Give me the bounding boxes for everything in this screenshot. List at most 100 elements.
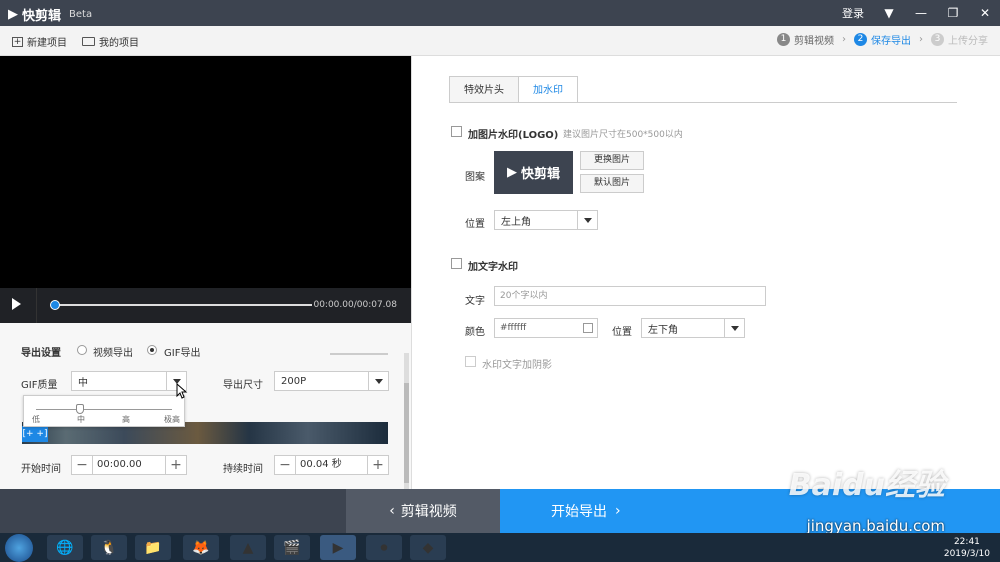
plus-icon[interactable]: + xyxy=(166,456,186,474)
play-logo-icon: ▶ xyxy=(506,165,517,180)
image-watermark-label[interactable]: 加图片水印(LOGO) xyxy=(468,126,558,141)
clip-range-marker[interactable]: [+ +] xyxy=(22,426,48,442)
export-size-label: 导出尺寸 xyxy=(223,380,263,391)
chevron-down-icon[interactable] xyxy=(724,319,744,337)
tab-bar: 特效片头 加水印 xyxy=(449,76,578,103)
progress-track[interactable] xyxy=(54,304,312,306)
color-label: 颜色 xyxy=(465,327,485,338)
file-explorer-icon[interactable]: 📁 xyxy=(135,535,171,560)
close-icon[interactable]: ✕ xyxy=(978,6,992,20)
record-icon[interactable]: ⏺ xyxy=(366,535,402,560)
duration-stepper[interactable]: − 00.04 秒 + xyxy=(274,455,389,475)
image-size-hint: 建议图片尺寸在500*500以内 xyxy=(563,130,683,140)
app-name: 快剪辑 xyxy=(22,9,62,24)
duration-value[interactable]: 00.04 秒 xyxy=(295,456,368,474)
media-app-icon[interactable]: ▲ xyxy=(230,535,266,560)
quality-slider-knob[interactable] xyxy=(76,404,84,414)
quality-slider-popup: 低 中 高 极高 xyxy=(23,395,185,427)
export-size-value: 200P xyxy=(281,375,307,387)
quality-very-high[interactable]: 极高 xyxy=(164,414,180,425)
quality-slider-track[interactable] xyxy=(36,409,172,410)
beta-label: Beta xyxy=(69,9,93,20)
default-image-button[interactable]: 默认图片 xyxy=(580,174,644,193)
start-export-label: 开始导出 xyxy=(551,504,607,520)
chevron-down-icon[interactable] xyxy=(368,372,388,390)
step-save-export: 2 保存导出 xyxy=(854,32,911,47)
chevron-left-icon: ‹ xyxy=(389,503,395,519)
chevron-down-icon[interactable] xyxy=(577,211,597,229)
tab-intro-effects[interactable]: 特效片头 xyxy=(449,76,519,103)
video-export-label[interactable]: 视频导出 xyxy=(93,344,133,359)
change-image-button[interactable]: 更换图片 xyxy=(580,151,644,170)
export-size-select[interactable]: 200P xyxy=(274,371,389,391)
gif-quality-label: GIF质量 xyxy=(21,380,58,391)
gif-quality-select[interactable]: 中 xyxy=(71,371,187,391)
tab-add-watermark[interactable]: 加水印 xyxy=(518,76,578,103)
logo-preview-text: 快剪辑 xyxy=(520,167,560,182)
watermark-text-input[interactable]: 20个字以内 xyxy=(494,286,766,306)
qq-icon[interactable]: 🐧 xyxy=(91,535,127,560)
text-position-select[interactable]: 左下角 xyxy=(641,318,745,338)
my-projects-button[interactable]: 我的项目 xyxy=(82,34,139,49)
start-time-value[interactable]: 00:00.00 xyxy=(92,456,166,474)
start-time-stepper[interactable]: − 00:00.00 + xyxy=(71,455,187,475)
text-shadow-label[interactable]: 水印文字加阴影 xyxy=(482,356,552,371)
color-input[interactable]: #ffffff xyxy=(494,318,598,338)
text-position-value: 左下角 xyxy=(648,324,678,336)
image-position-select[interactable]: 左上角 xyxy=(494,210,598,230)
scrollbar[interactable] xyxy=(404,353,409,489)
pattern-label: 图案 xyxy=(465,172,485,183)
mouse-cursor-icon xyxy=(176,383,188,399)
system-tray[interactable]: 22:41 2019/3/10 xyxy=(944,536,990,560)
quality-low[interactable]: 低 xyxy=(32,414,40,425)
maximize-icon[interactable]: ❐ xyxy=(946,6,960,20)
app-icon[interactable]: ◆ xyxy=(410,535,446,560)
gif-export-radio[interactable] xyxy=(147,345,157,355)
gif-export-label[interactable]: GIF导出 xyxy=(164,344,200,359)
export-settings-label: 导出设置 xyxy=(21,348,61,359)
app-logo: ▶ 快剪辑 Beta xyxy=(8,5,92,24)
text-label: 文字 xyxy=(465,296,485,307)
duration-label: 持续时间 xyxy=(223,464,263,475)
screen-recorder-icon[interactable]: 🎬 xyxy=(274,535,310,560)
browser-360-icon[interactable]: 🌐 xyxy=(47,535,83,560)
toolbar: + 新建项目 我的项目 1 剪辑视频 › 2 保存导出 › 3 上传分享 xyxy=(0,26,1000,56)
time-display: 00:00.00/00:07.08 xyxy=(313,300,397,310)
step-edit: 1 剪辑视频 xyxy=(777,32,834,47)
quality-high[interactable]: 高 xyxy=(122,414,130,425)
clock-time: 22:41 xyxy=(953,537,980,547)
site-watermark-logo: Baidu经验 xyxy=(788,468,945,503)
progress-knob[interactable] xyxy=(50,300,60,310)
text-shadow-checkbox[interactable] xyxy=(465,356,476,367)
edit-video-button[interactable]: ‹ 剪辑视频 xyxy=(346,489,500,533)
plus-icon[interactable]: + xyxy=(368,456,388,474)
minus-icon[interactable]: − xyxy=(72,456,92,474)
video-preview xyxy=(0,56,411,288)
chevron-right-icon: › xyxy=(919,34,923,45)
scrollbar-thumb[interactable] xyxy=(404,383,409,483)
play-icon[interactable] xyxy=(12,298,21,310)
new-project-button[interactable]: + 新建项目 xyxy=(12,34,67,49)
play-logo-icon: ▶ xyxy=(8,7,18,22)
login-button[interactable]: 登录 xyxy=(842,5,864,21)
minus-icon[interactable]: − xyxy=(275,456,295,474)
start-button[interactable] xyxy=(5,534,33,562)
taskbar: 🌐 🐧 📁 🦊 ▲ 🎬 ▶ ⏺ ◆ 22:41 2019/3/10 xyxy=(0,533,1000,562)
color-swatch[interactable] xyxy=(583,323,593,333)
chevron-right-icon: › xyxy=(615,503,621,519)
video-export-radio[interactable] xyxy=(77,345,87,355)
gif-quality-value: 中 xyxy=(78,377,88,389)
image-watermark-checkbox[interactable] xyxy=(451,126,462,137)
text-watermark-checkbox[interactable] xyxy=(451,258,462,269)
text-watermark-label[interactable]: 加文字水印 xyxy=(468,258,518,273)
minimize-icon[interactable]: — xyxy=(914,6,928,20)
new-project-label: 新建项目 xyxy=(27,38,67,49)
step-upload-share: 3 上传分享 xyxy=(931,32,988,47)
kuaijianji-taskbar-icon[interactable]: ▶ xyxy=(320,535,356,560)
title-bar: ▶ 快剪辑 Beta 登录 ▼ — ❐ ✕ xyxy=(0,0,1000,26)
start-time-label: 开始时间 xyxy=(21,464,61,475)
firefox-icon[interactable]: 🦊 xyxy=(183,535,219,560)
menu-icon[interactable]: ▼ xyxy=(882,6,896,20)
text-position-label: 位置 xyxy=(612,327,632,338)
quality-medium[interactable]: 中 xyxy=(77,414,85,425)
